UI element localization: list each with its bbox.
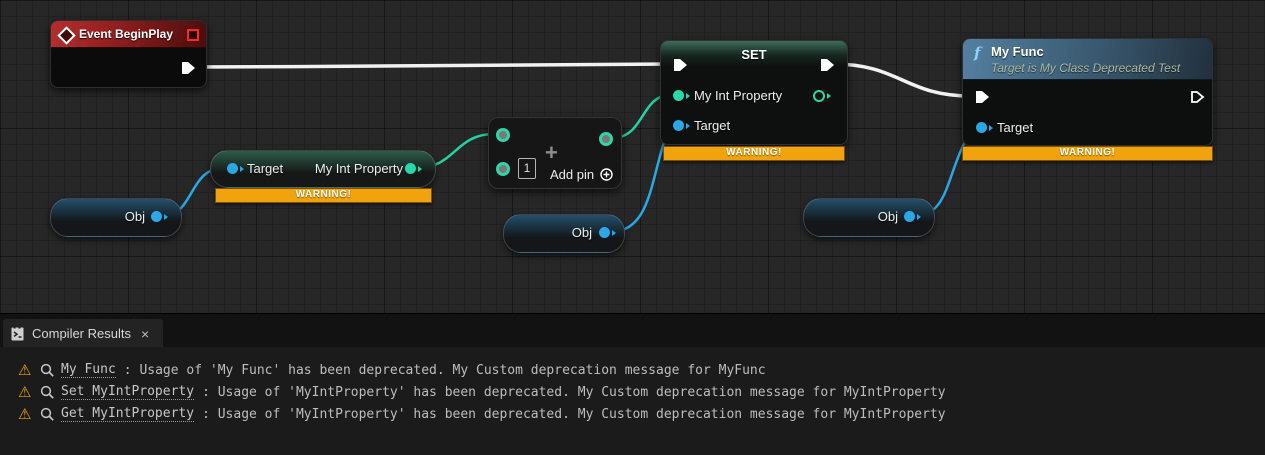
exec-out-pin[interactable] bbox=[181, 61, 196, 75]
blueprint-graph[interactable]: Event BeginPlay Target My Int Property W… bbox=[0, 0, 1265, 313]
node-event-beginplay[interactable]: Event BeginPlay bbox=[50, 20, 207, 88]
getter-warning-banner: WARNING! bbox=[215, 188, 432, 203]
tab-label: Compiler Results bbox=[32, 326, 131, 341]
obj-output-pin[interactable] bbox=[599, 227, 616, 238]
warning-icon: ⚠ bbox=[18, 405, 40, 423]
search-icon[interactable] bbox=[40, 385, 55, 400]
node-hyperlink[interactable]: My Func bbox=[61, 362, 116, 378]
search-icon[interactable] bbox=[40, 407, 55, 422]
node-set-my-int-property[interactable]: SET My Int Property Target bbox=[660, 40, 848, 145]
func-node-subtitle: Target is My Class Deprecated Test bbox=[991, 61, 1180, 75]
value-output-pin[interactable] bbox=[405, 163, 422, 174]
event-icon bbox=[57, 26, 75, 44]
target-input-pin[interactable] bbox=[673, 120, 690, 131]
plus-icon: + bbox=[545, 140, 558, 166]
target-input-pin[interactable] bbox=[976, 122, 993, 133]
add-pin-label: Add pin bbox=[550, 167, 594, 182]
wire-exec-set-to-myfunc[interactable] bbox=[833, 64, 971, 96]
warning-message: : Usage of 'MyIntProperty' has been depr… bbox=[202, 385, 946, 400]
node-get-my-int-property[interactable]: Target My Int Property bbox=[210, 150, 436, 188]
func-node-header: f My Func Target is My Class Deprecated … bbox=[963, 39, 1212, 80]
add-pin-button[interactable] bbox=[600, 168, 613, 181]
warning-icon: ⚠ bbox=[18, 383, 40, 401]
node-hyperlink[interactable]: Set MyIntProperty bbox=[61, 384, 194, 400]
close-icon[interactable]: × bbox=[139, 327, 151, 341]
target-pin-label: Target bbox=[694, 119, 730, 133]
value-output-pin[interactable] bbox=[813, 90, 831, 102]
blueprint-editor: Event BeginPlay Target My Int Property W… bbox=[0, 0, 1265, 455]
obj-output-pin[interactable] bbox=[151, 211, 168, 222]
compiler-results-tabstrip: Compiler Results × bbox=[0, 313, 1265, 348]
delegate-pin[interactable] bbox=[187, 29, 199, 41]
exec-out-pin[interactable] bbox=[820, 58, 835, 72]
value-pin-label: My Int Property bbox=[694, 89, 782, 103]
obj-label: Obj bbox=[125, 210, 145, 224]
wire-exec-beginplay-to-set[interactable] bbox=[194, 64, 672, 67]
set-warning-banner: WARNING! bbox=[663, 146, 845, 161]
node-hyperlink[interactable]: Get MyIntProperty bbox=[61, 406, 194, 422]
target-input-pin[interactable] bbox=[227, 163, 244, 174]
func-node-title: My Func bbox=[991, 44, 1044, 59]
node-obj-variable[interactable]: Obj bbox=[503, 214, 625, 253]
warning-icon: ⚠ bbox=[18, 361, 40, 379]
output-pin-label: My Int Property bbox=[315, 162, 403, 176]
add-value-input[interactable]: 1 bbox=[518, 158, 536, 179]
compiler-results-log: ⚠ My Func : Usage of 'My Func' has been … bbox=[0, 347, 1265, 455]
node-my-func[interactable]: f My Func Target is My Class Deprecated … bbox=[962, 38, 1213, 146]
obj-label: Obj bbox=[878, 210, 898, 224]
add-output-pin[interactable] bbox=[599, 132, 613, 146]
myfunc-warning-banner: WARNING! bbox=[962, 146, 1213, 161]
obj-output-pin[interactable] bbox=[904, 211, 921, 222]
node-add[interactable]: 1 + Add pin bbox=[488, 117, 622, 189]
node-obj-variable[interactable]: Obj bbox=[803, 198, 935, 237]
target-pin-label: Target bbox=[247, 162, 283, 176]
add-input-pin-b[interactable] bbox=[496, 162, 510, 176]
warning-message: : Usage of 'My Func' has been deprecated… bbox=[124, 363, 766, 378]
event-node-title: Event BeginPlay bbox=[79, 27, 173, 41]
exec-in-pin[interactable] bbox=[975, 90, 990, 104]
compiler-warning-row: ⚠ Get MyIntProperty : Usage of 'MyIntPro… bbox=[0, 403, 1265, 425]
function-icon: f bbox=[974, 44, 980, 62]
warning-message: : Usage of 'MyIntProperty' has been depr… bbox=[202, 407, 946, 422]
compiler-warning-row: ⚠ Set MyIntProperty : Usage of 'MyIntPro… bbox=[0, 381, 1265, 403]
value-input-pin[interactable] bbox=[673, 90, 690, 101]
compiler-results-icon bbox=[11, 326, 24, 341]
exec-in-pin[interactable] bbox=[673, 58, 688, 72]
target-pin-label: Target bbox=[997, 121, 1033, 135]
add-input-pin-a[interactable] bbox=[496, 128, 510, 142]
exec-out-pin[interactable] bbox=[1190, 90, 1205, 104]
search-icon[interactable] bbox=[40, 363, 55, 378]
node-obj-variable[interactable]: Obj bbox=[50, 198, 182, 237]
event-node-header: Event BeginPlay bbox=[51, 21, 206, 48]
compiler-warning-row: ⚠ My Func : Usage of 'My Func' has been … bbox=[0, 359, 1265, 381]
obj-label: Obj bbox=[572, 226, 592, 240]
tab-compiler-results[interactable]: Compiler Results × bbox=[3, 319, 163, 348]
